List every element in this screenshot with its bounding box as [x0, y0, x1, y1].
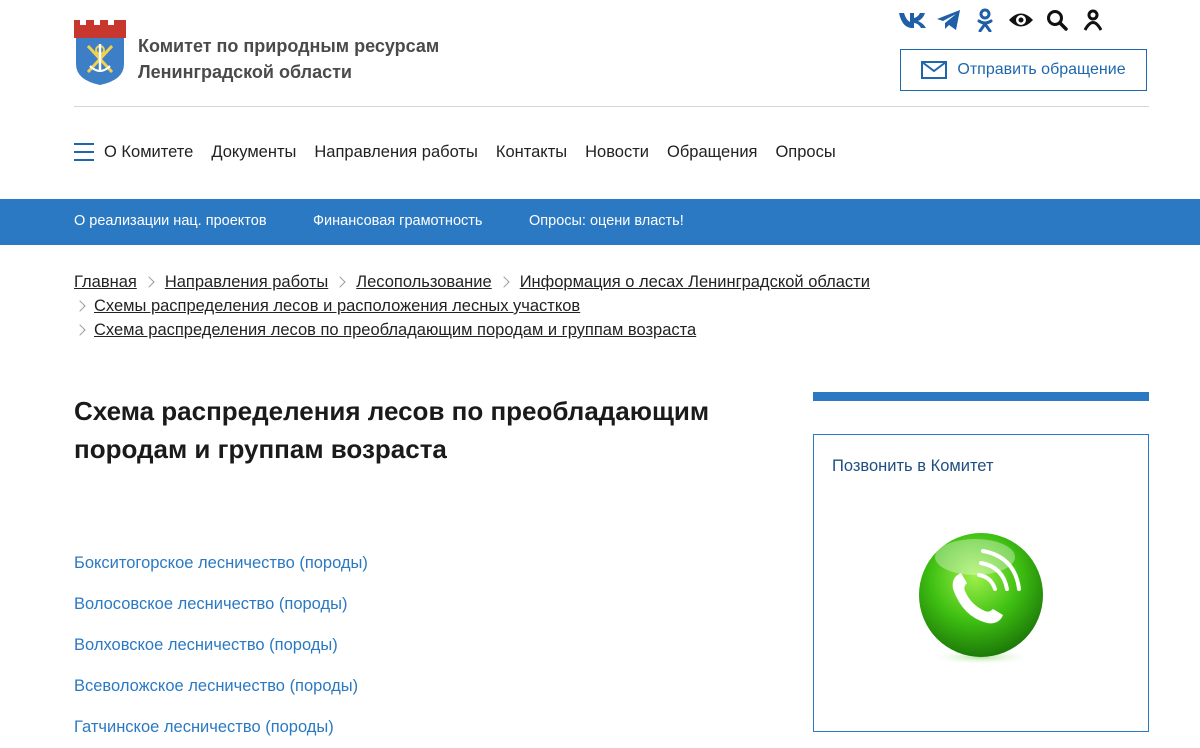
secondary-navigation-bar: О реализации нац. проектов Финансовая гр…	[0, 199, 1200, 245]
breadcrumb-forest-info[interactable]: Информация о лесах Ленинградской области	[520, 270, 870, 294]
call-committee-title[interactable]: Позвонить в Комитет	[832, 457, 994, 476]
nav-item-directions[interactable]: Направления работы	[314, 143, 477, 162]
forestry-links-list: Бокситогорское лесничество (породы) Воло…	[74, 543, 368, 748]
breadcrumb-forest-use[interactable]: Лесопользование	[356, 270, 491, 294]
main-navigation: О Комитете Документы Направления работы …	[74, 138, 854, 166]
breadcrumb-directions[interactable]: Направления работы	[165, 270, 328, 294]
header-icons	[895, 5, 1111, 35]
breadcrumb: Главная Направления работы Лесопользован…	[74, 270, 870, 342]
chevron-right-icon	[334, 276, 346, 288]
link-volosovo[interactable]: Волосовское лесничество (породы)	[74, 584, 368, 625]
bar-item-rate-government[interactable]: Опросы: оцени власть!	[529, 213, 684, 229]
user-icon[interactable]	[1075, 5, 1111, 35]
page-title-line1: Схема распределения лесов по преобладающ…	[74, 396, 710, 426]
eye-icon[interactable]	[1003, 5, 1039, 35]
link-vsevolozhsk[interactable]: Всеволожское лесничество (породы)	[74, 666, 368, 707]
breadcrumb-current[interactable]: Схема распределения лесов по преобладающ…	[94, 318, 696, 342]
nav-item-news[interactable]: Новости	[585, 143, 649, 162]
organization-name[interactable]: Комитет по природным ресурсам Ленинградс…	[138, 33, 439, 85]
sidebar-accent-bar	[813, 392, 1149, 401]
chevron-right-icon	[74, 324, 86, 336]
telegram-icon[interactable]	[931, 5, 967, 35]
phone-call-icon[interactable]	[915, 531, 1047, 667]
nav-item-about[interactable]: О Комитете	[104, 143, 193, 162]
page-title-line2: породам и группам возраста	[74, 434, 447, 464]
vk-icon[interactable]	[895, 5, 931, 35]
coat-of-arms-logo[interactable]	[74, 20, 126, 86]
header-divider	[74, 106, 1149, 107]
send-appeal-button[interactable]: Отправить обращение	[900, 49, 1147, 91]
nav-item-contacts[interactable]: Контакты	[496, 143, 567, 162]
page-title: Схема распределения лесов по преобладающ…	[74, 392, 774, 468]
nav-item-polls[interactable]: Опросы	[775, 143, 835, 162]
breadcrumb-home[interactable]: Главная	[74, 270, 137, 294]
call-committee-widget: Позвонить в Комитет	[813, 434, 1149, 732]
menu-burger-icon[interactable]	[74, 143, 94, 161]
nav-item-appeals[interactable]: Обращения	[667, 143, 757, 162]
chevron-right-icon	[143, 276, 155, 288]
nav-item-documents[interactable]: Документы	[211, 143, 296, 162]
link-volkhov[interactable]: Волховское лесничество (породы)	[74, 625, 368, 666]
breadcrumb-forest-schemes[interactable]: Схемы распределения лесов и расположения…	[94, 294, 580, 318]
odnoklassniki-icon[interactable]	[967, 5, 1003, 35]
org-name-line2: Ленинградской области	[138, 62, 352, 82]
bar-item-national-projects[interactable]: О реализации нац. проектов	[74, 213, 267, 229]
search-icon[interactable]	[1039, 5, 1075, 35]
link-boksitogorsk[interactable]: Бокситогорское лесничество (породы)	[74, 543, 368, 584]
send-appeal-label: Отправить обращение	[957, 61, 1126, 78]
bar-item-financial-literacy[interactable]: Финансовая грамотность	[313, 213, 482, 229]
chevron-right-icon	[498, 276, 510, 288]
chevron-right-icon	[74, 300, 86, 312]
envelope-icon	[921, 61, 948, 79]
org-name-line1: Комитет по природным ресурсам	[138, 36, 440, 56]
